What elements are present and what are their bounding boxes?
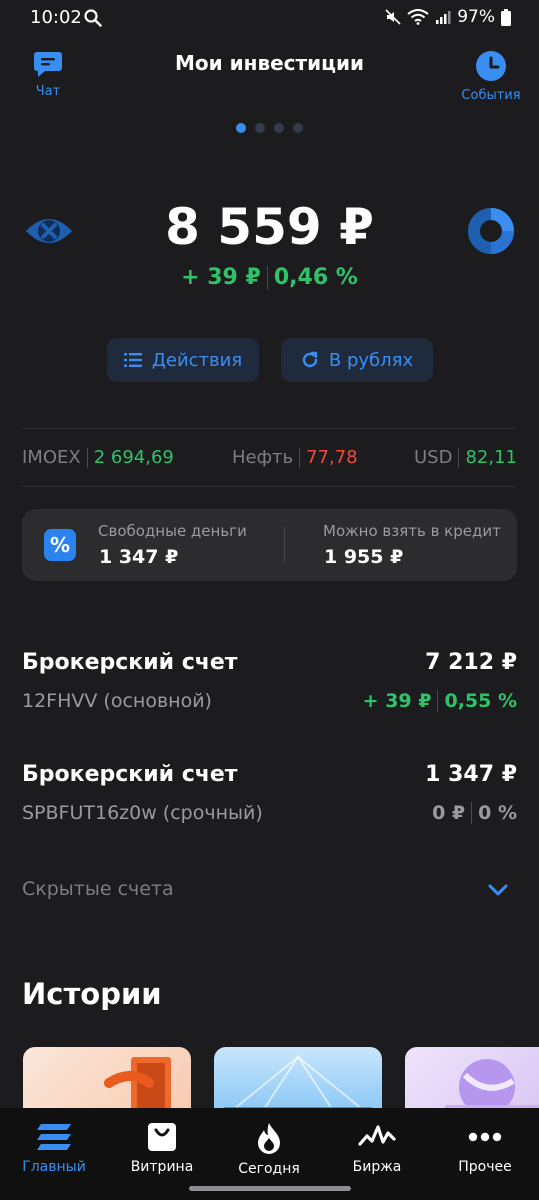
- more-icon: [468, 1132, 502, 1142]
- account-amount: 1 347 ₽: [425, 762, 517, 787]
- wifi-icon: [407, 9, 429, 25]
- chevron-down-icon[interactable]: [487, 880, 509, 900]
- home-indicator[interactable]: [189, 1186, 351, 1191]
- account-change-pct: 0 %: [478, 802, 517, 824]
- divider: [22, 486, 517, 487]
- battery-level: 97%: [457, 7, 495, 27]
- portfolio-structure-button[interactable]: [467, 207, 515, 255]
- fire-icon: [258, 1123, 280, 1154]
- separator: [458, 447, 460, 468]
- signal-icon: [436, 11, 451, 24]
- events-label: События: [461, 88, 521, 103]
- battery-icon: [501, 8, 511, 26]
- refresh-icon: [302, 351, 318, 368]
- page-dot: [236, 123, 246, 133]
- separator: [284, 527, 285, 563]
- nav-label: Биржа: [352, 1159, 402, 1175]
- portfolio-change-abs: + 39 ₽: [181, 265, 261, 290]
- account-row-main[interactable]: Брокерский счет 7 212 ₽ 12FHVV (основной…: [0, 640, 539, 720]
- nav-home[interactable]: Главный: [4, 1122, 104, 1175]
- account-change: 0 ₽ 0 %: [432, 802, 517, 824]
- ticker-value: 77,78: [306, 447, 358, 468]
- money-card[interactable]: % Свободные деньги 1 347 ₽ Можно взять в…: [22, 509, 517, 581]
- ticker-value: 82,11: [465, 447, 517, 468]
- account-row-futures[interactable]: Брокерский счет 1 347 ₽ SPBFUT16z0w (сро…: [0, 752, 539, 832]
- portfolio-change-pct: 0,46 %: [273, 265, 358, 290]
- credit-label: Можно взять в кредит: [323, 522, 501, 540]
- nav-label: Прочее: [458, 1159, 512, 1175]
- bag-icon: [148, 1123, 176, 1151]
- nav-exchange[interactable]: Биржа: [327, 1122, 427, 1175]
- currency-toggle-button[interactable]: В рублях: [281, 338, 433, 382]
- nav-label: Сегодня: [238, 1161, 300, 1177]
- account-amount: 7 212 ₽: [425, 650, 517, 675]
- account-subtitle: 12FHVV (основной): [22, 690, 212, 712]
- account-change-abs: + 39 ₽: [362, 690, 432, 712]
- nav-label: Витрина: [130, 1159, 194, 1175]
- free-money-value: 1 347 ₽: [99, 546, 179, 568]
- ticker-imoex[interactable]: IMOEX 2 694,69: [22, 447, 174, 468]
- stories-title: Истории: [22, 977, 162, 1011]
- status-indicators: 97%: [385, 7, 511, 27]
- percent-icon: %: [44, 529, 76, 561]
- actions-label: Действия: [151, 349, 243, 371]
- ticker-name: USD: [414, 447, 453, 468]
- mute-icon: [385, 9, 401, 25]
- page-indicator: [0, 123, 539, 133]
- status-time: 10:02: [30, 7, 82, 28]
- page-dot: [274, 123, 284, 133]
- actions-button[interactable]: Действия: [107, 338, 259, 382]
- currency-label: В рублях: [328, 349, 414, 371]
- home-icon: [37, 1124, 71, 1150]
- nav-more[interactable]: Прочее: [435, 1122, 535, 1175]
- separator: [86, 447, 88, 468]
- credit-value: 1 955 ₽: [324, 546, 404, 568]
- ticker-oil[interactable]: Нефть 77,78: [232, 447, 358, 468]
- page-dot: [255, 123, 265, 133]
- pie-chart-icon: [468, 208, 514, 254]
- chat-label: Чат: [35, 84, 61, 99]
- separator: [437, 690, 439, 712]
- portfolio-change: + 39 ₽ 0,46 %: [0, 265, 539, 290]
- nav-showcase[interactable]: Витрина: [112, 1122, 212, 1175]
- ticker-name: IMOEX: [22, 447, 81, 468]
- chart-icon: [358, 1125, 396, 1146]
- free-money-label: Свободные деньги: [98, 522, 247, 540]
- ticker-usd[interactable]: USD 82,11: [414, 447, 517, 468]
- account-change-pct: 0,55 %: [444, 690, 517, 712]
- separator: [471, 802, 473, 824]
- nav-today[interactable]: Сегодня: [219, 1122, 319, 1177]
- page-dot: [293, 123, 303, 133]
- account-subtitle: SPBFUT16z0w (срочный): [22, 802, 263, 824]
- ticker-name: Нефть: [232, 447, 294, 468]
- ticker-value: 2 694,69: [93, 447, 174, 468]
- search-icon: [84, 9, 102, 27]
- clock-icon: [476, 51, 506, 81]
- account-change: + 39 ₽ 0,55 %: [363, 690, 517, 712]
- events-button[interactable]: События: [459, 50, 523, 103]
- account-title: Брокерский счет: [22, 650, 238, 675]
- list-icon: [123, 353, 142, 367]
- account-change-abs: 0 ₽: [432, 802, 466, 824]
- nav-label: Главный: [22, 1159, 86, 1175]
- account-title: Брокерский счет: [22, 762, 238, 787]
- divider: [22, 428, 517, 429]
- status-bar: 10:02 97%: [0, 0, 539, 36]
- separator: [266, 266, 268, 290]
- separator: [299, 447, 301, 468]
- hidden-accounts-toggle[interactable]: Скрытые счета: [22, 878, 174, 900]
- portfolio-balance: 8 559 ₽: [165, 198, 374, 256]
